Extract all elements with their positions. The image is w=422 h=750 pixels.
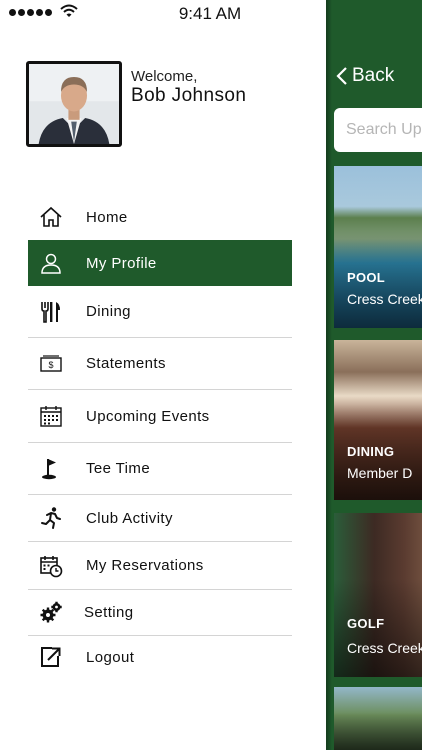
logout-icon <box>38 644 64 670</box>
utensils-icon <box>38 299 64 325</box>
menu-item-club-activity[interactable]: Club Activity <box>28 495 292 542</box>
golf-flag-icon <box>38 456 64 482</box>
menu-item-label: Dining <box>86 303 131 320</box>
person-photo-icon <box>29 64 119 144</box>
menu-item-label: Upcoming Events <box>86 407 210 425</box>
user-name: Bob Johnson <box>131 85 247 106</box>
chevron-left-icon <box>336 67 347 85</box>
status-time: 9:41 AM <box>178 4 242 23</box>
menu-item-label: Tee Time <box>86 460 151 477</box>
card-subtitle: Cress Creek <box>347 291 422 307</box>
card-image-shade <box>334 687 422 750</box>
search-input[interactable]: Search Up <box>334 108 422 152</box>
activity-card-dining[interactable]: DINING Member D <box>334 340 422 500</box>
menu-item-label: Statements <box>86 355 166 372</box>
gears-icon <box>38 600 64 626</box>
card-tag: DINING <box>347 444 395 459</box>
menu-item-my-profile[interactable]: My Profile <box>28 240 292 286</box>
avatar[interactable] <box>26 61 122 147</box>
welcome-text: Welcome, <box>131 68 198 85</box>
card-subtitle: Cress Creek <box>347 640 422 656</box>
menu-item-statements[interactable]: $ Statements <box>28 338 292 390</box>
running-icon <box>38 505 64 531</box>
card-tag: POOL <box>347 270 386 285</box>
back-label: Back <box>352 65 395 86</box>
menu-item-label: My Reservations <box>86 557 204 574</box>
menu-item-label: Club Activity <box>86 509 173 527</box>
calendar-icon <box>38 403 64 429</box>
menu-item-upcoming-events[interactable]: Upcoming Events <box>28 390 292 443</box>
calendar-clock-icon <box>38 553 64 579</box>
activity-card-golf[interactable]: GOLF Cress Creek <box>334 513 422 677</box>
menu-item-label: My Profile <box>86 254 157 272</box>
menu-item-my-reservations[interactable]: My Reservations <box>28 542 292 590</box>
menu-item-home[interactable]: Home <box>28 198 292 236</box>
status-bar: 9:41 AM <box>0 0 422 26</box>
card-subtitle: Member D <box>347 465 413 481</box>
back-button[interactable]: Back <box>336 62 394 90</box>
home-icon <box>38 204 64 230</box>
menu-item-dining[interactable]: Dining <box>28 286 292 338</box>
menu-item-label: Home <box>86 208 128 226</box>
activity-card-tennis[interactable] <box>334 687 422 750</box>
menu-item-setting[interactable]: Setting <box>28 590 292 636</box>
menu-item-tee-time[interactable]: Tee Time <box>28 443 292 495</box>
money-bill-icon: $ <box>38 351 64 377</box>
menu-item-logout[interactable]: Logout <box>28 636 292 678</box>
activity-card-pool[interactable]: POOL Cress Creek <box>334 166 422 328</box>
card-tag: GOLF <box>347 616 385 631</box>
menu-item-label: Setting <box>84 604 134 621</box>
person-icon <box>38 250 64 276</box>
svg-text:$: $ <box>48 360 53 370</box>
menu-item-label: Logout <box>86 648 135 666</box>
background-screen: Back Search Up POOL Cress Creek DINING M… <box>326 0 422 750</box>
side-menu-drawer: Welcome, Bob Johnson Home My Profile Din… <box>0 0 326 750</box>
